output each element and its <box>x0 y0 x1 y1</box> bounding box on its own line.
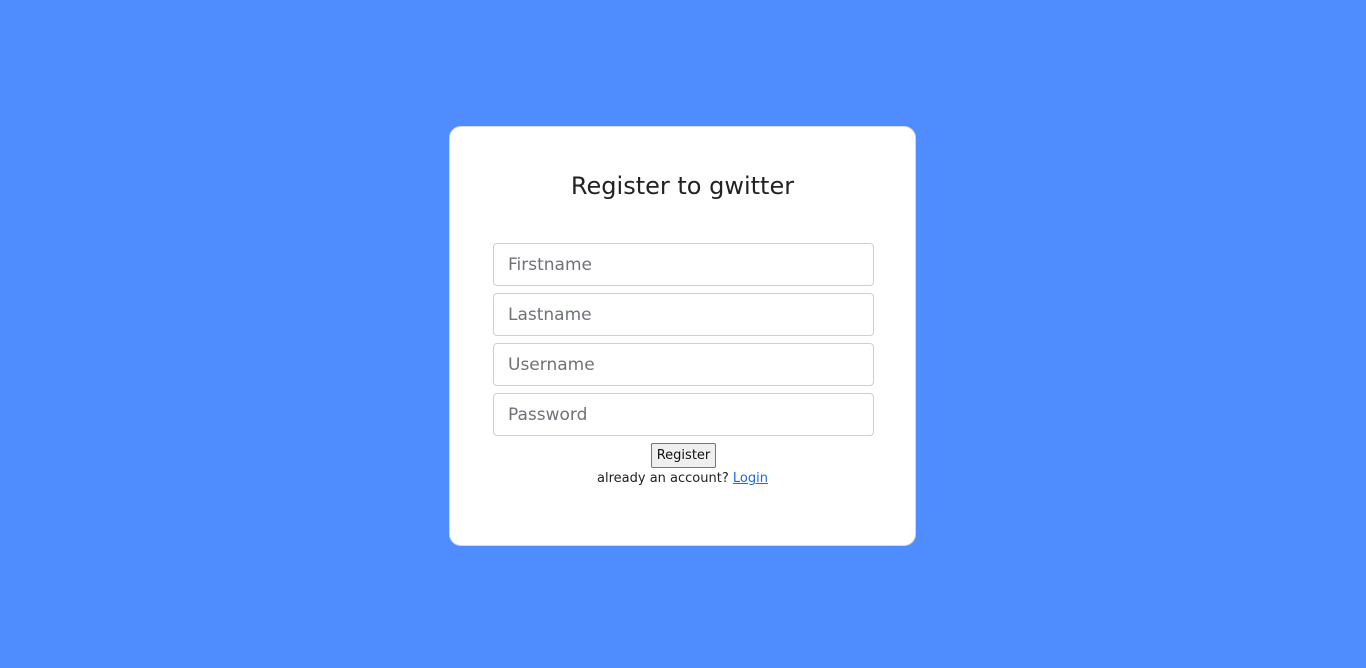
login-prompt: already an account? Login <box>450 470 915 488</box>
login-link[interactable]: Login <box>733 471 768 486</box>
page-title: Register to gwitter <box>570 172 795 200</box>
login-prompt-text: already an account? <box>597 471 729 486</box>
register-card: Register to gwitter Register already an … <box>449 126 916 546</box>
password-input[interactable] <box>493 393 874 436</box>
firstname-input[interactable] <box>493 243 874 286</box>
lastname-input[interactable] <box>493 293 874 336</box>
register-button[interactable]: Register <box>651 443 716 468</box>
username-input[interactable] <box>493 343 874 386</box>
